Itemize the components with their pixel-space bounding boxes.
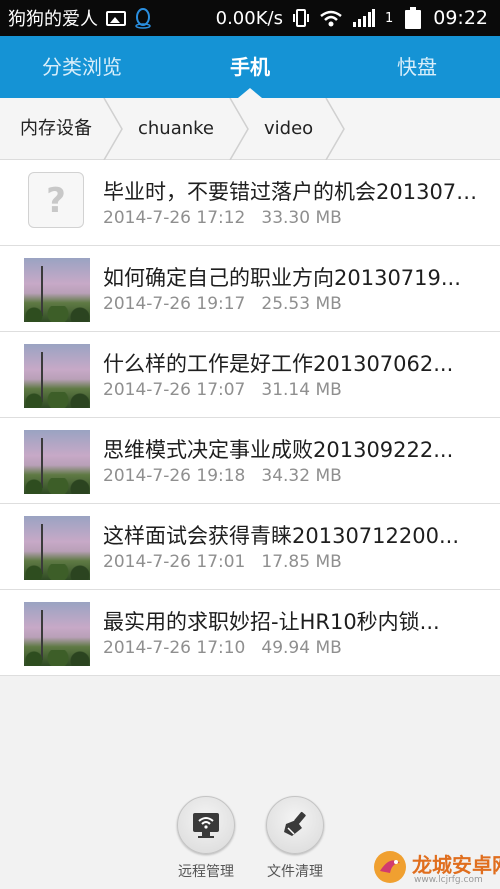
file-row[interactable]: 什么样的工作是好工作201307062... 2014-7-26 17:07 31… — [0, 332, 500, 418]
file-date: 2014-7-26 19:17 — [103, 294, 246, 314]
file-meta: 2014-7-26 19:17 25.53 MB — [103, 294, 342, 314]
status-bar: 狗狗的爱人 0.00K/s 1 09:22 — [0, 0, 500, 36]
file-name: 思维模式决定事业成败201309222... — [103, 438, 454, 462]
file-size: 31.14 MB — [261, 380, 342, 400]
signal-icon — [352, 9, 375, 27]
video-thumbnail — [24, 516, 90, 580]
monitor-wifi-icon — [193, 813, 219, 838]
battery-icon — [405, 7, 422, 29]
breadcrumb-separator-icon — [229, 98, 249, 160]
qq-penguin-icon — [135, 8, 151, 29]
remote-manage-button[interactable]: 远程管理 — [176, 796, 236, 881]
file-size: 33.30 MB — [261, 208, 342, 228]
file-date: 2014-7-26 17:10 — [103, 638, 246, 658]
remote-manage-label: 远程管理 — [178, 864, 234, 880]
file-size: 17.85 MB — [261, 552, 342, 572]
file-date: 2014-7-26 17:12 — [103, 208, 246, 228]
wifi-icon — [320, 10, 342, 27]
file-size: 49.94 MB — [261, 638, 342, 658]
file-list: ? 毕业时，不要错过落户的机会2013072... 2014-7-26 17:1… — [0, 160, 500, 676]
file-date: 2014-7-26 19:18 — [103, 466, 246, 486]
file-meta: 2014-7-26 17:07 31.14 MB — [103, 380, 342, 400]
file-row[interactable]: 如何确定自己的职业方向20130719... 2014-7-26 19:17 25… — [0, 246, 500, 332]
video-thumbnail — [24, 344, 90, 408]
file-name: 毕业时，不要错过落户的机会2013072... — [103, 180, 483, 204]
file-size: 25.53 MB — [261, 294, 342, 314]
file-name: 什么样的工作是好工作201307062... — [103, 352, 454, 376]
sim-indicator: 1 — [384, 10, 394, 26]
file-meta: 2014-7-26 17:12 33.30 MB — [103, 208, 342, 228]
image-notification-icon — [106, 10, 126, 26]
network-speed: 0.00K/s — [215, 7, 283, 29]
clock: 09:22 — [433, 7, 488, 29]
top-tab-bar: 分类浏览 手机 快盘 — [0, 36, 500, 98]
watermark-text: 龙城安卓网 — [412, 853, 500, 877]
watermark-url: www.lcjrfg.com — [414, 875, 483, 885]
file-name: 这样面试会获得青睐20130712200... — [103, 524, 459, 548]
file-size: 34.32 MB — [261, 466, 342, 486]
tab-kuaipan[interactable]: 快盘 — [397, 36, 437, 98]
file-date: 2014-7-26 17:07 — [103, 380, 246, 400]
breadcrumb-separator-icon — [325, 98, 345, 160]
broom-icon — [284, 811, 306, 836]
file-row[interactable]: 这样面试会获得青睐20130712200... 2014-7-26 17:01 1… — [0, 504, 500, 590]
file-meta: 2014-7-26 17:10 49.94 MB — [103, 638, 342, 658]
video-thumbnail — [24, 430, 90, 494]
active-tab-indicator — [238, 88, 262, 98]
video-thumbnail — [24, 258, 90, 322]
breadcrumb-separator-icon — [103, 98, 123, 160]
file-clean-button[interactable]: 文件清理 — [265, 796, 325, 881]
dragon-logo-icon — [374, 851, 406, 883]
watermark-logo: 龙城安卓网 www.lcjrfg.com — [372, 847, 500, 889]
carrier-text: 狗狗的爱人 — [8, 9, 98, 30]
breadcrumb: 内存设备 chuanke video — [0, 98, 500, 160]
file-row[interactable]: ? 毕业时，不要错过落户的机会2013072... 2014-7-26 17:1… — [0, 160, 500, 246]
breadcrumb-item-video[interactable]: video — [264, 98, 313, 160]
video-thumbnail — [24, 602, 90, 666]
file-clean-circle[interactable] — [266, 796, 324, 854]
file-meta: 2014-7-26 17:01 17.85 MB — [103, 552, 342, 572]
remote-manage-circle[interactable] — [177, 796, 235, 854]
breadcrumb-item-chuanke[interactable]: chuanke — [138, 98, 214, 160]
unknown-file-icon: ? — [28, 172, 84, 228]
file-row[interactable]: 思维模式决定事业成败201309222... 2014-7-26 19:18 34… — [0, 418, 500, 504]
vibrate-icon — [292, 9, 309, 27]
file-row[interactable]: 最实用的求职妙招-让HR10秒内锁... 2014-7-26 17:10 49.9… — [0, 590, 500, 676]
file-meta: 2014-7-26 19:18 34.32 MB — [103, 466, 342, 486]
file-name: 最实用的求职妙招-让HR10秒内锁... — [103, 610, 440, 634]
breadcrumb-item-storage[interactable]: 内存设备 — [20, 98, 92, 160]
tab-category-browse[interactable]: 分类浏览 — [42, 36, 122, 98]
file-date: 2014-7-26 17:01 — [103, 552, 246, 572]
file-name: 如何确定自己的职业方向20130719... — [103, 266, 461, 290]
file-clean-label: 文件清理 — [267, 864, 323, 880]
